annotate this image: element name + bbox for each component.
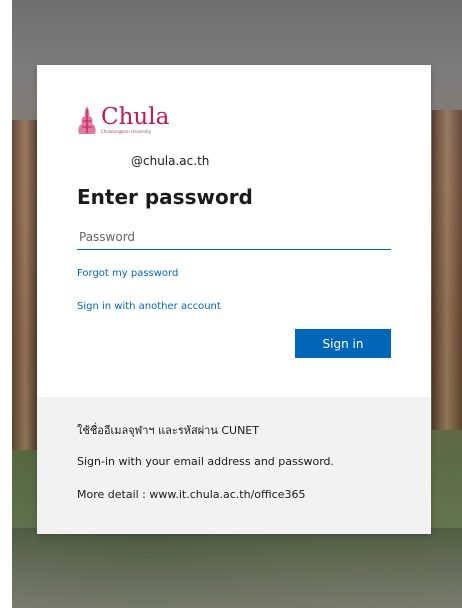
login-card: Chula Chulalongkorn University @chula.ac… xyxy=(37,65,431,534)
page-title: Enter password xyxy=(77,185,253,209)
logo-wordmark: Chula xyxy=(101,104,170,130)
logo-text-group: Chula Chulalongkorn University xyxy=(101,105,169,135)
login-form-section: Chula Chulalongkorn University @chula.ac… xyxy=(37,65,431,397)
background-pillar-right xyxy=(432,110,462,430)
info-footer: ใช้ชื่ออีเมลจุฬาฯ และรหัสผ่าน CUNET Sign… xyxy=(37,397,431,534)
account-identity: @chula.ac.th xyxy=(131,154,210,168)
forgot-password-link[interactable]: Forgot my password xyxy=(77,268,178,279)
password-field[interactable] xyxy=(77,225,391,250)
logo-subtitle: Chulalongkorn University xyxy=(101,129,152,134)
info-signin-instruction: Sign-in with your email address and pass… xyxy=(77,455,335,468)
info-more-detail: More detail : www.it.chula.ac.th/office3… xyxy=(77,488,306,501)
chula-logo: Chula Chulalongkorn University xyxy=(77,105,169,135)
background-lotus-pond xyxy=(12,528,462,608)
other-account-link[interactable]: Sign in with another account xyxy=(77,301,221,312)
info-thai-text: ใช้ชื่ออีเมลจุฬาฯ และรหัสผ่าน CUNET xyxy=(77,424,259,437)
sign-in-button[interactable]: Sign in xyxy=(295,329,391,358)
chula-emblem-icon xyxy=(78,106,96,134)
background-pillar-left xyxy=(12,120,38,450)
